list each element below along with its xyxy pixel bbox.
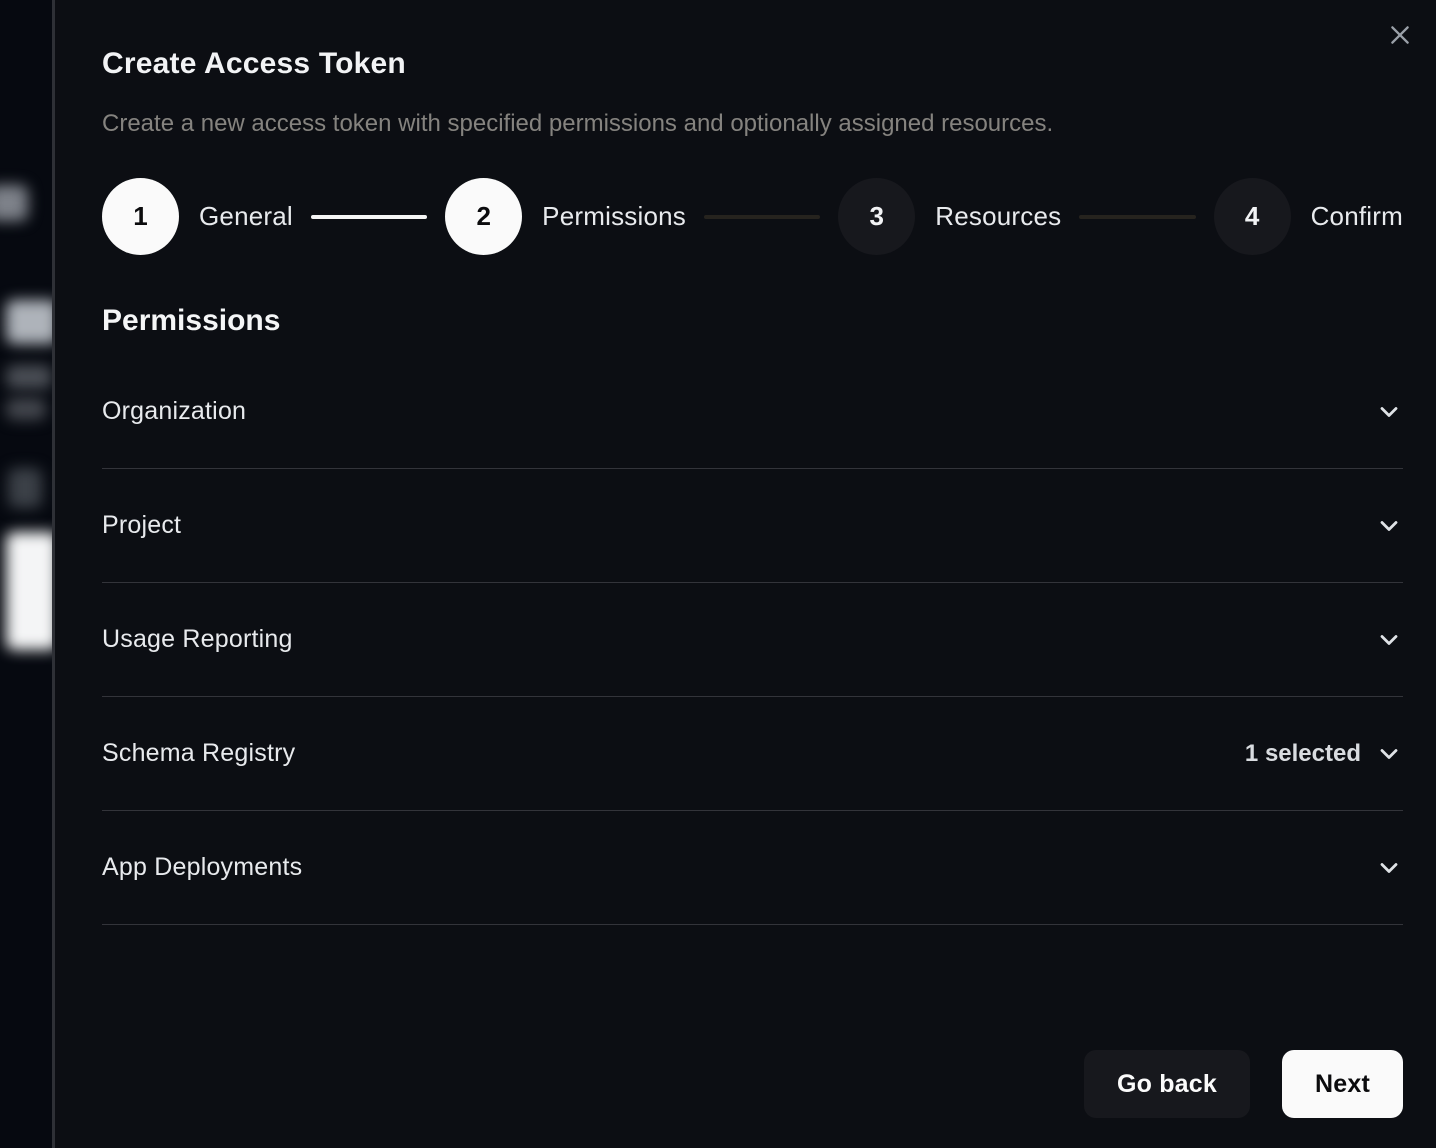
wizard-stepper: 1 General 2 Permissions 3 Resources 4 Co… <box>102 178 1403 255</box>
chevron-down-icon <box>1375 854 1403 882</box>
step-resources[interactable]: 3 Resources <box>838 178 1061 255</box>
accordion-row-project[interactable]: Project <box>102 469 1403 583</box>
permissions-accordion: Organization Project Usage Reporting <box>102 355 1403 925</box>
chevron-down-icon <box>1375 512 1403 540</box>
step-label: General <box>199 201 293 232</box>
blurred-nav-item <box>0 185 28 221</box>
accordion-row-label: App Deployments <box>102 853 302 882</box>
accordion-row-organization[interactable]: Organization <box>102 355 1403 469</box>
blurred-heading <box>6 300 55 344</box>
step-connector-done <box>311 215 427 219</box>
accordion-row-label: Usage Reporting <box>102 625 293 654</box>
page-backdrop <box>0 0 55 1148</box>
blurred-text-line <box>6 398 46 420</box>
step-confirm[interactable]: 4 Confirm <box>1214 178 1403 255</box>
chevron-down-icon <box>1375 398 1403 426</box>
blurred-text-line <box>6 365 52 389</box>
selected-count: 1 selected <box>1245 740 1361 768</box>
step-number: 4 <box>1214 178 1291 255</box>
close-icon <box>1387 22 1413 51</box>
step-label: Resources <box>935 201 1061 232</box>
close-button[interactable] <box>1382 18 1418 54</box>
modal-footer: Go back Next <box>1084 1050 1403 1118</box>
step-connector-pending <box>1079 215 1195 219</box>
step-label: Permissions <box>542 201 686 232</box>
step-permissions[interactable]: 2 Permissions <box>445 178 686 255</box>
create-access-token-modal: Create Access Token Create a new access … <box>55 0 1436 1148</box>
accordion-row-app-deployments[interactable]: App Deployments <box>102 811 1403 925</box>
chevron-down-icon <box>1375 740 1403 768</box>
modal-subtitle: Create a new access token with specified… <box>102 110 1403 138</box>
accordion-row-label: Organization <box>102 397 246 426</box>
step-number: 1 <box>102 178 179 255</box>
next-button[interactable]: Next <box>1282 1050 1403 1118</box>
chevron-down-icon <box>1375 626 1403 654</box>
step-number: 2 <box>445 178 522 255</box>
accordion-row-usage-reporting[interactable]: Usage Reporting <box>102 583 1403 697</box>
blurred-card <box>6 532 55 650</box>
step-number: 3 <box>838 178 915 255</box>
go-back-button[interactable]: Go back <box>1084 1050 1250 1118</box>
modal-title: Create Access Token <box>102 46 1403 82</box>
step-connector-pending <box>704 215 820 219</box>
accordion-row-label: Project <box>102 511 181 540</box>
permissions-heading: Permissions <box>102 303 1403 339</box>
accordion-row-schema-registry[interactable]: Schema Registry 1 selected <box>102 697 1403 811</box>
accordion-row-label: Schema Registry <box>102 739 295 768</box>
step-label: Confirm <box>1311 201 1403 232</box>
step-general[interactable]: 1 General <box>102 178 293 255</box>
blurred-chip <box>8 468 42 508</box>
